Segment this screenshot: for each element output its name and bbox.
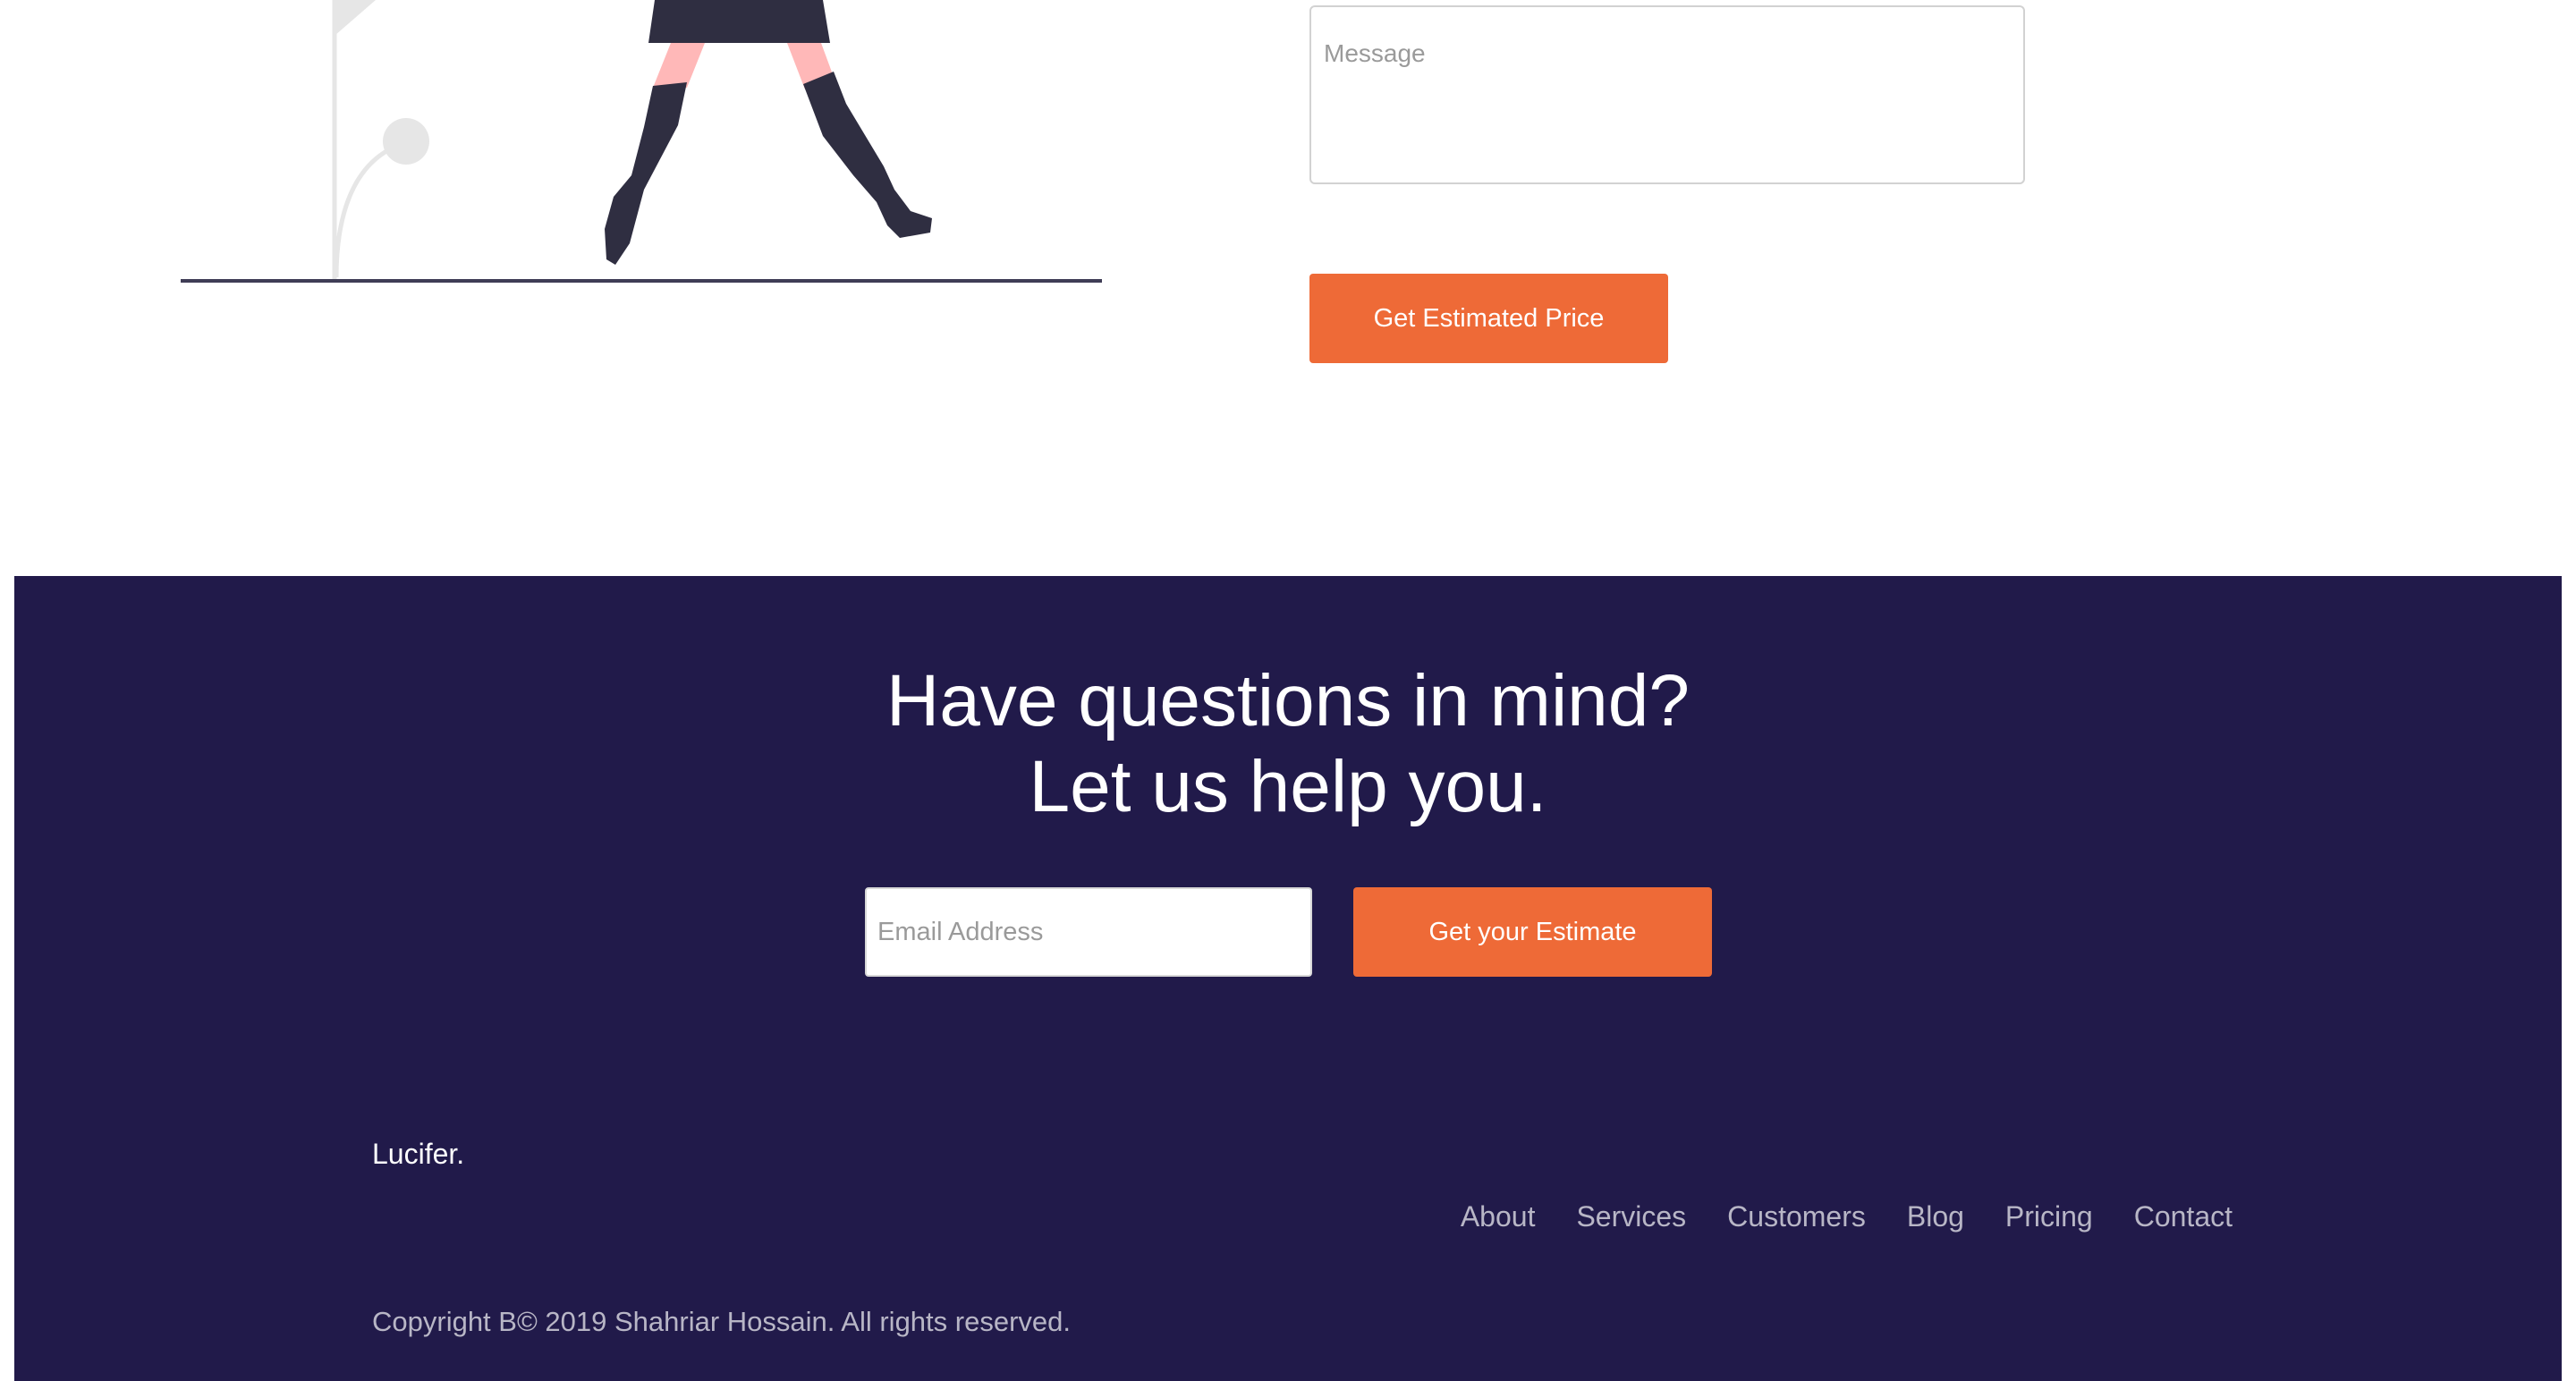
footer-nav-item-customers: Customers bbox=[1727, 1200, 1866, 1233]
left-thigh-icon bbox=[653, 43, 705, 88]
footer-link-services[interactable]: Services bbox=[1576, 1200, 1686, 1233]
cta-heading: Have questions in mind? Let us help you. bbox=[14, 658, 2562, 830]
footer-nav-item-about: About bbox=[1461, 1200, 1536, 1233]
brand-logo[interactable]: Lucifer. bbox=[372, 1138, 464, 1171]
plant-bud-icon bbox=[383, 118, 429, 165]
plant-branch-icon bbox=[334, 140, 405, 278]
footer-nav: About Services Customers Blog Pricing Co… bbox=[1461, 1200, 2233, 1233]
right-boot-icon bbox=[803, 72, 932, 238]
skirt-icon bbox=[648, 0, 830, 43]
footer-nav-item-blog: Blog bbox=[1907, 1200, 1964, 1233]
footer-link-blog[interactable]: Blog bbox=[1907, 1200, 1964, 1233]
footer-link-customers[interactable]: Customers bbox=[1727, 1200, 1866, 1233]
get-estimated-price-button[interactable]: Get Estimated Price bbox=[1309, 274, 1668, 363]
cta-heading-line1: Have questions in mind? bbox=[886, 660, 1690, 741]
footer-nav-item-contact: Contact bbox=[2134, 1200, 2233, 1233]
copyright-text: Copyright B© 2019 Shahriar Hossain. All … bbox=[372, 1306, 1071, 1337]
woman-walking-illustration-icon bbox=[181, 0, 1102, 283]
footer-link-pricing[interactable]: Pricing bbox=[2005, 1200, 2093, 1233]
footer-link-about[interactable]: About bbox=[1461, 1200, 1536, 1233]
get-your-estimate-button[interactable]: Get your Estimate bbox=[1353, 887, 1712, 977]
email-address-input[interactable] bbox=[865, 887, 1312, 977]
footer-nav-item-services: Services bbox=[1576, 1200, 1686, 1233]
footer: Have questions in mind? Let us help you.… bbox=[14, 576, 2562, 1381]
message-textarea[interactable] bbox=[1309, 5, 2025, 184]
footer-nav-item-pricing: Pricing bbox=[2005, 1200, 2093, 1233]
contact-form-section: Get Estimated Price bbox=[0, 0, 2576, 576]
footer-link-contact[interactable]: Contact bbox=[2134, 1200, 2233, 1233]
cta-heading-line2: Let us help you. bbox=[1029, 746, 1547, 827]
left-boot-icon bbox=[605, 82, 687, 265]
plant-leaf-icon bbox=[335, 0, 376, 36]
page: Get Estimated Price Have questions in mi… bbox=[0, 0, 2576, 1381]
